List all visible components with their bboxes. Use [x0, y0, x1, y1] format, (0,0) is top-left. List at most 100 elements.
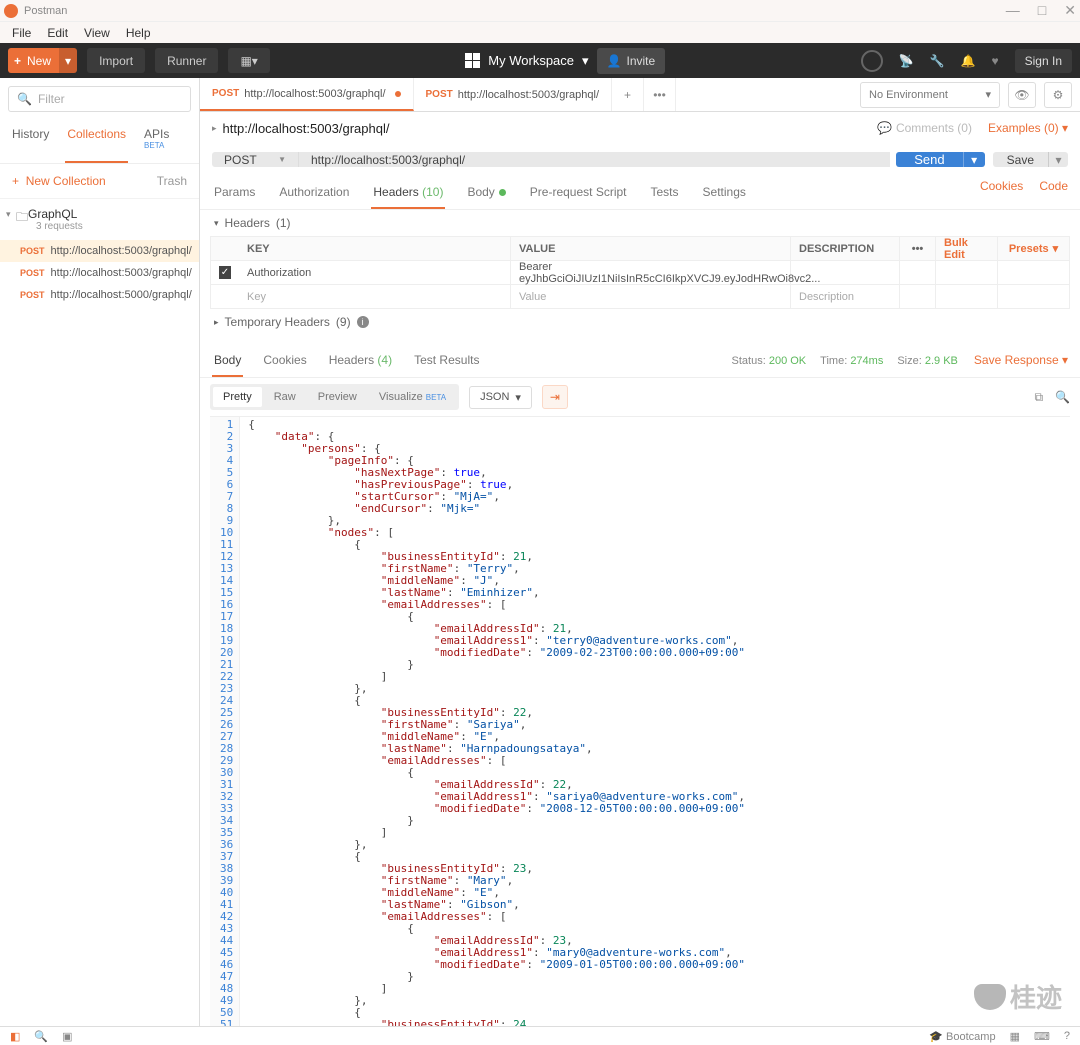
tab-resp-cookies[interactable]: Cookies	[261, 347, 308, 377]
sync-icon[interactable]	[861, 50, 883, 72]
mode-visualize[interactable]: Visualize BETA	[369, 387, 456, 407]
sidebar-request[interactable]: POST http://localhost:5003/graphql/	[0, 262, 199, 284]
add-tab-button[interactable]: +	[612, 78, 644, 111]
title-bar: Postman — □ ✕	[0, 0, 1080, 22]
runner-button[interactable]: Runner	[155, 48, 218, 73]
sidebar-toggle-icon[interactable]: ◧	[10, 1030, 20, 1043]
menu-help[interactable]: Help	[118, 26, 159, 40]
response-tabs: Body Cookies Headers (4) Test Results St…	[200, 341, 1080, 378]
url-input[interactable]: http://localhost:5003/graphql/	[298, 152, 890, 167]
menu-view[interactable]: View	[76, 26, 118, 40]
request-tab[interactable]: POST http://localhost:5003/graphql/	[200, 78, 414, 111]
checkbox-checked-icon[interactable]: ✓	[219, 266, 231, 279]
import-button[interactable]: Import	[87, 48, 145, 73]
examples-dropdown[interactable]: Examples (0) ▾	[988, 121, 1068, 135]
wrap-toggle-icon[interactable]: ⇥	[542, 385, 568, 409]
new-button[interactable]: + New ▾	[8, 48, 77, 73]
chevron-down-icon[interactable]: ▾	[59, 48, 77, 73]
workspace-dropdown[interactable]: My Workspace	[488, 53, 574, 68]
capture-button[interactable]: ▦▾	[228, 48, 269, 73]
close-icon[interactable]: ✕	[1064, 2, 1076, 19]
mode-raw[interactable]: Raw	[264, 387, 306, 407]
wrench-icon[interactable]: 🔧	[930, 54, 945, 68]
chevron-down-icon[interactable]: ▾	[582, 53, 589, 69]
tab-settings[interactable]: Settings	[701, 179, 748, 209]
headers-section-header[interactable]: ▾ Headers (1)	[210, 210, 1070, 236]
bell-icon[interactable]: 🔔	[961, 54, 976, 68]
tab-headers[interactable]: Headers (10)	[371, 179, 445, 209]
tab-prescript[interactable]: Pre-request Script	[528, 179, 629, 209]
minimize-icon[interactable]: —	[1006, 2, 1020, 19]
header-desc-input[interactable]: Description	[791, 285, 899, 308]
tab-options-button[interactable]: •••	[644, 78, 676, 111]
sidebar-request[interactable]: POST http://localhost:5000/graphql/	[0, 284, 199, 306]
presets-dropdown[interactable]: Presets ▾	[997, 237, 1069, 260]
layout-icon[interactable]: ▦	[1010, 1030, 1020, 1043]
format-dropdown[interactable]: JSON▾	[469, 386, 532, 409]
header-desc-input[interactable]	[791, 261, 899, 284]
signin-button[interactable]: Sign In	[1015, 49, 1072, 73]
gear-icon[interactable]: ⚙	[1044, 82, 1072, 108]
chevron-right-icon[interactable]: ▸	[212, 123, 217, 134]
search-icon[interactable]: 🔍	[1055, 390, 1070, 405]
save-button[interactable]: Save	[993, 152, 1048, 167]
send-button[interactable]: Send	[896, 152, 962, 167]
send-dropdown[interactable]: ▾	[963, 152, 985, 167]
bootcamp-button[interactable]: 🎓 Bootcamp	[929, 1030, 995, 1043]
mode-pretty[interactable]: Pretty	[213, 387, 262, 407]
maximize-icon[interactable]: □	[1038, 2, 1046, 19]
bulk-edit-link[interactable]: Bulk Edit	[935, 237, 997, 260]
copy-icon[interactable]: ⧉	[1034, 390, 1043, 405]
tab-history[interactable]: History	[10, 120, 51, 163]
info-icon[interactable]: i	[357, 316, 369, 328]
code-link[interactable]: Code	[1039, 179, 1068, 209]
header-value-input[interactable]: Bearer eyJhbGciOiJIUzI1NiIsInR5cCI6IkpXV…	[511, 261, 791, 284]
header-value-input[interactable]: Value	[511, 285, 791, 308]
eye-icon[interactable]: 👁	[1008, 82, 1036, 108]
filter-input[interactable]: 🔍 Filter	[8, 86, 191, 112]
environment-dropdown[interactable]: No Environment ▾	[860, 82, 1000, 108]
console-icon[interactable]: ▣	[62, 1030, 72, 1043]
watermark: 桂迹	[974, 978, 1062, 1015]
chevron-down-icon[interactable]: ▾	[6, 209, 11, 220]
more-icon[interactable]: •••	[899, 237, 935, 260]
comments-button[interactable]: 💬 Comments (0)	[877, 121, 972, 135]
save-response-dropdown[interactable]: Save Response ▾	[974, 353, 1068, 367]
tab-apis[interactable]: APIs BETA	[142, 120, 189, 163]
tab-resp-body[interactable]: Body	[212, 347, 243, 377]
save-dropdown[interactable]: ▾	[1048, 152, 1068, 167]
satellite-icon[interactable]: 📡	[899, 54, 914, 68]
wechat-icon	[974, 984, 1006, 1010]
tab-resp-headers[interactable]: Headers (4)	[327, 347, 394, 377]
response-body-viewer[interactable]: 1234567891011121314151617181920212223242…	[210, 416, 1070, 1026]
tab-params[interactable]: Params	[212, 179, 257, 209]
help-icon[interactable]: ?	[1064, 1030, 1070, 1042]
search-icon: 🔍	[17, 92, 32, 106]
sidebar-request[interactable]: POST http://localhost:5003/graphql/	[0, 240, 199, 262]
tab-tests[interactable]: Tests	[649, 179, 681, 209]
heart-icon[interactable]: ♥	[992, 54, 999, 68]
tab-body[interactable]: Body	[465, 179, 507, 209]
method-dropdown[interactable]: POST ▼	[212, 152, 298, 167]
new-collection-button[interactable]: + New Collection	[12, 174, 106, 188]
invite-button[interactable]: 👤 Invite	[597, 48, 666, 74]
tab-collections[interactable]: Collections	[65, 120, 128, 163]
request-tab[interactable]: POST http://localhost:5003/graphql/	[414, 78, 613, 111]
window-title: Postman	[24, 5, 67, 17]
chevron-down-icon: ▼	[278, 155, 286, 164]
menu-file[interactable]: File	[4, 26, 39, 40]
cookies-link[interactable]: Cookies	[980, 179, 1023, 209]
tab-authorization[interactable]: Authorization	[277, 179, 351, 209]
plus-icon: +	[8, 54, 27, 68]
trash-link[interactable]: Trash	[157, 174, 187, 188]
workspace-grid-icon	[465, 53, 480, 68]
header-key-input[interactable]: Authorization	[239, 261, 511, 284]
menu-edit[interactable]: Edit	[39, 26, 76, 40]
header-key-input[interactable]: Key	[239, 285, 511, 308]
keyboard-icon[interactable]: ⌨	[1034, 1030, 1050, 1043]
temp-headers-section-header[interactable]: ▸ Temporary Headers (9) i	[210, 309, 1070, 335]
find-icon[interactable]: 🔍	[34, 1030, 48, 1043]
mode-preview[interactable]: Preview	[308, 387, 367, 407]
tab-resp-tests[interactable]: Test Results	[412, 347, 481, 377]
collection-item[interactable]: ▾ 🗀 GraphQL 3 requests	[0, 199, 199, 240]
